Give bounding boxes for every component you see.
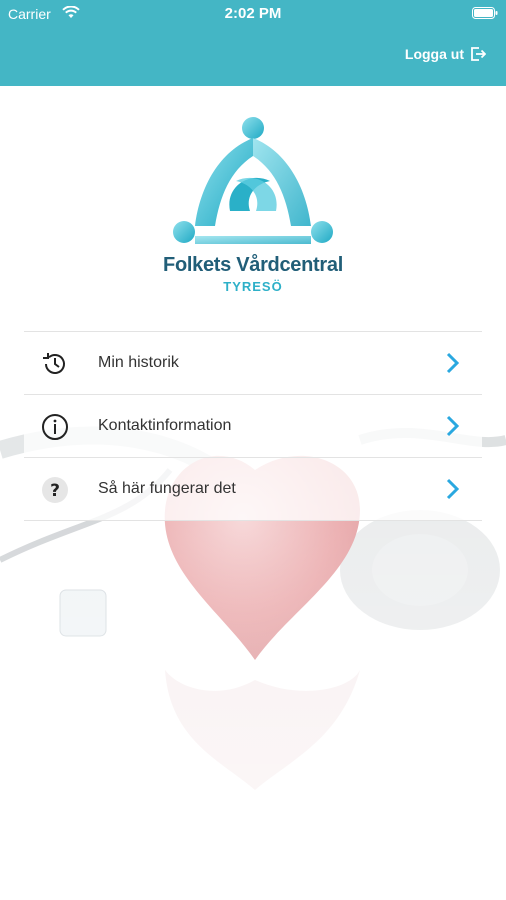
menu-item-how-it-works[interactable]: ? Så här fungerar det — [24, 458, 482, 521]
header-bar: Carrier 2:02 PM Logga ut — [0, 0, 506, 86]
status-bar: Carrier 2:02 PM — [0, 0, 506, 28]
logout-button[interactable]: Logga ut — [405, 46, 486, 62]
menu-item-label: Så här fungerar det — [98, 480, 236, 497]
menu-item-contact[interactable]: Kontaktinformation — [24, 395, 482, 458]
menu-item-history[interactable]: Min historik — [24, 332, 482, 395]
question-icon: ? — [42, 477, 68, 503]
menu-item-label: Min historik — [98, 354, 179, 371]
brand-subtitle: TYRESÖ — [223, 279, 283, 294]
brand-logo — [0, 116, 506, 306]
chevron-right-icon — [446, 415, 460, 437]
battery-icon — [472, 7, 498, 19]
logo-mark-icon — [173, 117, 333, 244]
chevron-right-icon — [446, 478, 460, 500]
chevron-right-icon — [446, 352, 460, 374]
svg-text:?: ? — [50, 481, 60, 501]
info-icon — [42, 414, 68, 440]
history-icon — [43, 353, 65, 374]
logout-icon — [471, 47, 486, 61]
brand-title: Folkets Vårdcentral — [163, 254, 343, 276]
status-time: 2:02 PM — [224, 5, 282, 22]
logout-label: Logga ut — [404, 46, 464, 62]
menu-item-label: Kontaktinformation — [98, 417, 232, 434]
main-menu: Min historik Kontaktinformation ? Så här… — [24, 331, 482, 521]
